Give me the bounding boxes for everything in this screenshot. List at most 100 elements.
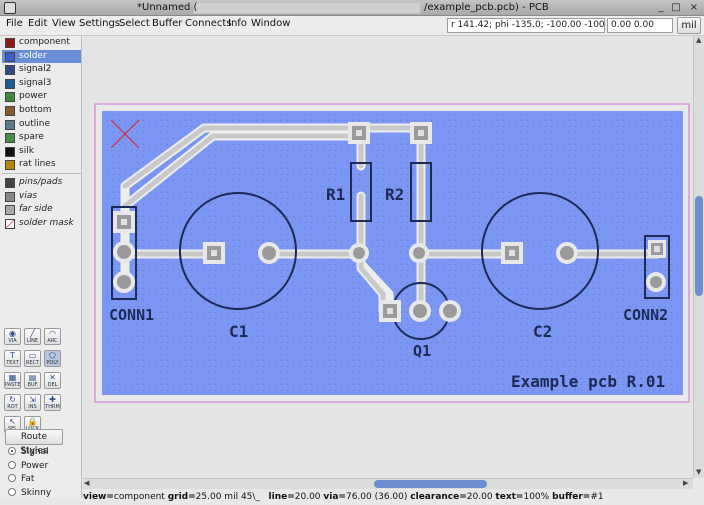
layer-color-swatch[interactable]: [5, 177, 15, 188]
route-style-power[interactable]: Power: [8, 460, 49, 472]
scroll-down-icon[interactable]: ▼: [696, 468, 701, 477]
route-style-signal[interactable]: Signal: [8, 447, 49, 458]
layer-far-side[interactable]: far side: [2, 203, 81, 217]
layer-vias[interactable]: vias: [2, 190, 81, 204]
layer-signal3[interactable]: signal3: [2, 77, 81, 91]
scroll-left-icon[interactable]: ◀: [84, 479, 89, 488]
buffer-icon: ▤: [28, 373, 37, 382]
layer-label: component: [19, 37, 70, 47]
status-line-value: 20.00: [294, 492, 321, 502]
status-angle: 45\_: [240, 492, 260, 502]
tool-label: RECT: [25, 360, 40, 366]
layer-color-swatch[interactable]: [5, 38, 15, 48]
layer-rat-lines[interactable]: rat lines: [2, 158, 81, 172]
layer-power[interactable]: power: [2, 90, 81, 104]
tool-del-button[interactable]: ✕ DEL: [44, 372, 61, 389]
layer-color-swatch[interactable]: [5, 105, 15, 116]
layer-signal2[interactable]: signal2: [2, 63, 81, 77]
tool-rect-button[interactable]: ▭ RECT: [24, 350, 41, 367]
pcb-canvas[interactable]: CONN1 CONN2 C1 C2 R1 R2 Q1 Example pcb R…: [83, 36, 693, 478]
scroll-up-icon[interactable]: ▲: [696, 36, 701, 45]
menu-info[interactable]: Info: [228, 18, 247, 29]
layer-component[interactable]: component: [2, 36, 81, 50]
route-styles-button[interactable]: Route Styles: [5, 429, 63, 456]
layer-list: component solder signal2 signal3 power bottom…: [2, 36, 81, 230]
layer-solder[interactable]: solder: [2, 49, 81, 64]
layer-color-swatch[interactable]: [5, 92, 15, 103]
route-style-label: Power: [21, 460, 49, 471]
tool-line-button[interactable]: ╱ LINE: [24, 328, 41, 345]
menu-buffer[interactable]: Buffer: [152, 18, 182, 29]
radio-icon[interactable]: [8, 474, 16, 482]
layer-color-swatch[interactable]: [5, 218, 15, 229]
cursor-coords-readout: 0.00 0.00: [607, 18, 673, 33]
layer-color-swatch[interactable]: [5, 78, 15, 89]
layer-color-swatch[interactable]: [5, 205, 15, 216]
layer-color-swatch[interactable]: [5, 191, 15, 202]
status-bar: view=component grid=25.00 mil 45\_ line=…: [83, 489, 704, 505]
menu-window[interactable]: Window: [251, 18, 290, 29]
menu-select[interactable]: Select: [119, 18, 150, 29]
layer-bottom[interactable]: bottom: [2, 104, 81, 118]
tool-label: LINE: [26, 338, 39, 344]
menu-view[interactable]: View: [52, 18, 76, 29]
layer-color-swatch[interactable]: [5, 119, 15, 130]
tool-label: ARC: [47, 338, 58, 344]
layer-label: vias: [19, 190, 38, 201]
tool-paste-button[interactable]: ▦ PASTE: [4, 372, 21, 389]
route-style-fat[interactable]: Fat: [8, 474, 34, 485]
scroll-right-icon[interactable]: ▶: [683, 479, 688, 488]
maximize-icon[interactable]: □: [670, 2, 682, 14]
menu-edit[interactable]: Edit: [28, 18, 47, 29]
tool-buf-button[interactable]: ▤ BUF: [24, 372, 41, 389]
pcb-drawing[interactable]: CONN1 CONN2 C1 C2 R1 R2 Q1 Example pcb R…: [83, 36, 693, 478]
layer-color-swatch[interactable]: [5, 146, 15, 157]
c2-label: C2: [533, 322, 552, 341]
app-icon[interactable]: [4, 2, 16, 14]
layer-pins-pads[interactable]: pins/pads: [2, 176, 81, 190]
tool-arc-button[interactable]: ◠ ARC: [44, 328, 61, 345]
menu-file[interactable]: File: [6, 18, 23, 29]
layer-color-swatch[interactable]: [5, 51, 15, 62]
minimize-icon[interactable]: _: [655, 2, 667, 14]
tool-via-button[interactable]: ◉ VIA: [4, 328, 21, 345]
menu-connects[interactable]: Connects: [185, 18, 232, 29]
status-buffer-key: buffer=: [552, 492, 591, 502]
tool-rot-button[interactable]: ↻ ROT: [4, 394, 21, 411]
radio-icon[interactable]: [8, 460, 16, 469]
tool-label: POLY: [46, 360, 59, 366]
layer-outline[interactable]: outline: [2, 118, 81, 132]
close-icon[interactable]: ×: [688, 2, 700, 14]
paste-icon: ▦: [8, 373, 17, 382]
tool-ins-button[interactable]: ⇲ INS: [24, 394, 41, 411]
layer-solder-mask[interactable]: solder mask: [2, 217, 81, 231]
board-text: Example pcb R.01: [511, 372, 665, 391]
horizontal-scroll-thumb[interactable]: [374, 480, 487, 488]
layer-color-swatch[interactable]: [5, 160, 15, 171]
menu-settings[interactable]: Settings: [79, 18, 120, 29]
tool-label: ROT: [7, 404, 18, 410]
rotate-icon: ↻: [9, 395, 16, 404]
units-toggle-button[interactable]: mil: [677, 17, 701, 34]
vertical-scrollbar[interactable]: ▲ ▼: [693, 36, 704, 478]
tool-thrm-button[interactable]: ✚ THRM: [44, 394, 61, 411]
redacted-path: [193, 2, 421, 14]
insert-icon: ⇲: [29, 395, 36, 404]
layer-color-swatch[interactable]: [5, 65, 15, 76]
tool-label: THRM: [45, 404, 60, 410]
layer-separator: [2, 172, 81, 175]
vertical-scroll-thumb[interactable]: [695, 196, 703, 296]
layer-spare[interactable]: spare: [2, 131, 81, 145]
horizontal-scrollbar[interactable]: ◀ ▶: [83, 478, 693, 489]
layer-color-swatch[interactable]: [5, 133, 15, 144]
status-via-value: 76.00 (36.00): [345, 492, 408, 502]
c1-label: C1: [229, 322, 248, 341]
radio-icon[interactable]: [8, 487, 16, 496]
route-style-skinny[interactable]: Skinny: [8, 487, 51, 499]
status-text-key: text=: [495, 492, 524, 502]
layer-silk[interactable]: silk: [2, 145, 81, 159]
tool-poly-button[interactable]: ⬠ POLY: [44, 350, 61, 367]
tool-text-button[interactable]: T TEXT: [4, 350, 21, 367]
radio-icon[interactable]: [8, 447, 16, 455]
layer-label: signal2: [19, 64, 52, 75]
